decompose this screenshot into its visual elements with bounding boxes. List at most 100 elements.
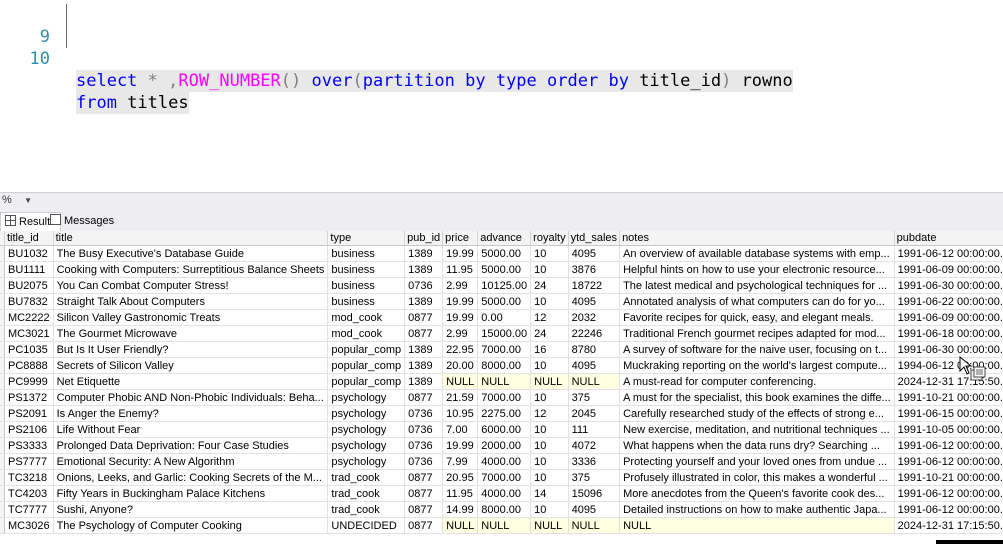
cell-pub-id[interactable]: 0877 <box>404 389 444 406</box>
cell-type[interactable]: psychology <box>327 453 406 470</box>
cell-pubdate[interactable]: 1991-10-21 00:00:00.000 <box>894 469 1003 486</box>
cell-notes[interactable]: Profusely illustrated in color, this mak… <box>619 469 895 486</box>
query-editor[interactable]: 9 select * ,ROW_NUMBER() over(partition … <box>0 0 1003 192</box>
tab-messages[interactable]: Messages <box>46 212 118 230</box>
cell-notes[interactable]: A must for the specialist, this book exa… <box>619 389 895 406</box>
cell-royalty[interactable]: 10 <box>530 357 569 374</box>
table-row[interactable]: TC7777 Sushi, Anyone? trad_cook 0877 14.99 80… <box>0 501 1003 518</box>
cell-price[interactable]: 7.99 <box>442 453 479 470</box>
cell-ytd-sales[interactable]: 4072 <box>568 437 621 454</box>
cell-pub-id[interactable]: 0736 <box>404 453 444 470</box>
cell-type[interactable]: business <box>327 261 406 278</box>
cell-title[interactable]: The Psychology of Computer Cooking <box>53 517 329 534</box>
cell-ytd-sales[interactable]: 8780 <box>568 341 621 358</box>
cell-pubdate[interactable]: 1991-06-09 00:00:00.000 <box>894 261 1003 278</box>
cell-title-id[interactable]: BU1111 <box>4 261 54 278</box>
table-row[interactable]: PC8888 Secrets of Silicon Valley popular_c… <box>0 357 1003 374</box>
table-row[interactable]: TC3218 Onions, Leeks, and Garlic: Cooking… <box>0 469 1003 486</box>
cell-advance[interactable]: 0.00 <box>477 309 532 326</box>
cell-price[interactable]: 21.59 <box>442 389 479 406</box>
cell-price[interactable]: 19.99 <box>442 437 479 454</box>
cell-royalty[interactable]: 10 <box>530 453 569 470</box>
cell-title[interactable]: Fifty Years in Buckingham Palace Kitchen… <box>53 485 329 502</box>
cell-title[interactable]: Life Without Fear <box>53 421 329 438</box>
cell-ytd-sales[interactable]: 22246 <box>568 325 621 342</box>
cell-notes[interactable]: Annotated analysis of what computers can… <box>619 293 895 310</box>
cell-royalty[interactable]: 16 <box>530 341 569 358</box>
cell-price[interactable]: 11.95 <box>442 261 479 278</box>
cell-royalty[interactable]: 24 <box>530 325 569 342</box>
code-line-10[interactable]: 10 from titles <box>0 26 189 114</box>
cell-advance[interactable]: 10125.00 <box>477 277 532 294</box>
cell-advance[interactable]: NULL <box>477 517 532 534</box>
cell-ytd-sales[interactable]: NULL <box>568 373 621 390</box>
cell-type[interactable]: psychology <box>327 437 406 454</box>
table-row[interactable]: BU1032 The Busy Executive's Database Guid… <box>0 245 1003 262</box>
cell-type[interactable]: popular_comp <box>327 341 406 358</box>
cell-title-id[interactable]: BU7832 <box>4 293 54 310</box>
table-row[interactable]: PC9999 Net Etiquette popular_comp 1389 NULL N… <box>0 373 1003 390</box>
cell-type[interactable]: psychology <box>327 405 406 422</box>
cell-ytd-sales[interactable]: 375 <box>568 389 621 406</box>
cell-notes[interactable]: A must-read for computer conferencing. <box>619 373 895 390</box>
table-row[interactable]: MC3021 The Gourmet Microwave mod_cook 0877 2… <box>0 325 1003 342</box>
cell-ytd-sales[interactable]: 15096 <box>568 485 621 502</box>
cell-advance[interactable]: 5000.00 <box>477 293 532 310</box>
cell-notes[interactable]: NULL <box>619 517 895 534</box>
cell-ytd-sales[interactable]: 3336 <box>568 453 621 470</box>
cell-title-id[interactable]: PC8888 <box>4 357 54 374</box>
cell-type[interactable]: psychology <box>327 389 406 406</box>
cell-title[interactable]: Emotional Security: A New Algorithm <box>53 453 329 470</box>
table-row[interactable]: PC1035 But Is It User Friendly? popular_co… <box>0 341 1003 358</box>
cell-royalty[interactable]: 10 <box>530 421 569 438</box>
cell-royalty[interactable]: 10 <box>530 389 569 406</box>
cell-price[interactable]: 19.99 <box>442 245 479 262</box>
cell-pub-id[interactable]: 0877 <box>404 309 444 326</box>
cell-notes[interactable]: The latest medical and psychological tec… <box>619 277 895 294</box>
table-row[interactable]: MC2222 Silicon Valley Gastronomic Treats m… <box>0 309 1003 326</box>
cell-notes[interactable]: Carefully researched study of the effect… <box>619 405 895 422</box>
cell-pub-id[interactable]: 0736 <box>404 421 444 438</box>
column-header-title-id[interactable]: title_id <box>4 231 54 246</box>
cell-pubdate[interactable]: 1991-06-12 00:00:00.000 <box>894 501 1003 518</box>
code-text[interactable]: select * ,ROW_NUMBER() over(partition by… <box>76 70 793 92</box>
code-text[interactable]: from titles <box>76 92 189 114</box>
cell-pub-id[interactable]: 1389 <box>404 293 444 310</box>
cell-title[interactable]: But Is It User Friendly? <box>53 341 329 358</box>
cell-title-id[interactable]: PS1372 <box>4 389 54 406</box>
cell-price[interactable]: 22.95 <box>442 341 479 358</box>
cell-notes[interactable]: New exercise, meditation, and nutritiona… <box>619 421 895 438</box>
cell-price[interactable]: NULL <box>442 517 479 534</box>
cell-type[interactable]: business <box>327 293 406 310</box>
cell-type[interactable]: business <box>327 245 406 262</box>
cell-ytd-sales[interactable]: 2045 <box>568 405 621 422</box>
cell-pubdate[interactable]: 1991-06-12 00:00:00.000 <box>894 453 1003 470</box>
cell-advance[interactable]: NULL <box>477 373 532 390</box>
cell-advance[interactable]: 7000.00 <box>477 341 532 358</box>
cell-royalty[interactable]: NULL <box>530 517 569 534</box>
column-header-royalty[interactable]: royalty <box>530 231 569 246</box>
cell-royalty[interactable]: 10 <box>530 437 569 454</box>
table-row[interactable]: PS7777 Emotional Security: A New Algorith… <box>0 453 1003 470</box>
cell-advance[interactable]: 2275.00 <box>477 405 532 422</box>
cell-advance[interactable]: 6000.00 <box>477 421 532 438</box>
cell-advance[interactable]: 2000.00 <box>477 437 532 454</box>
cell-title[interactable]: Net Etiquette <box>53 373 329 390</box>
cell-advance[interactable]: 7000.00 <box>477 389 532 406</box>
cell-notes[interactable]: A survey of software for the naive user,… <box>619 341 895 358</box>
cell-ytd-sales[interactable]: 375 <box>568 469 621 486</box>
cell-title-id[interactable]: MC2222 <box>4 309 54 326</box>
table-row[interactable]: BU1111 Cooking with Computers: Surreptiti… <box>0 261 1003 278</box>
cell-title-id[interactable]: PS7777 <box>4 453 54 470</box>
cell-royalty[interactable]: 14 <box>530 485 569 502</box>
cell-price[interactable]: 2.99 <box>442 325 479 342</box>
cell-title[interactable]: You Can Combat Computer Stress! <box>53 277 329 294</box>
cell-advance[interactable]: 8000.00 <box>477 501 532 518</box>
cell-pub-id[interactable]: 0877 <box>404 501 444 518</box>
table-row[interactable]: PS3333 Prolonged Data Deprivation: Four C… <box>0 437 1003 454</box>
column-header-pubdate[interactable]: pubdate <box>894 231 1003 246</box>
cell-pub-id[interactable]: 0736 <box>404 405 444 422</box>
cell-royalty[interactable]: 10 <box>530 293 569 310</box>
cell-pub-id[interactable]: 1389 <box>404 357 444 374</box>
column-header-notes[interactable]: notes <box>619 231 895 246</box>
